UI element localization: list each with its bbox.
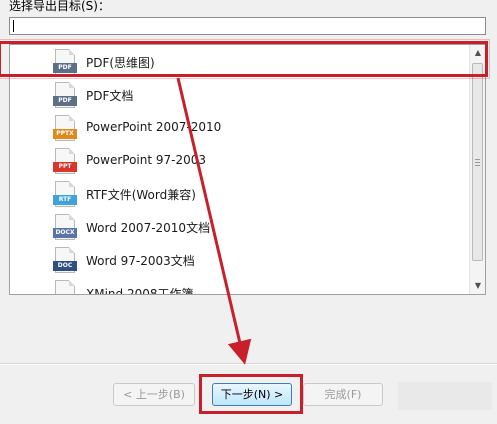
annotation-arrow (176, 77, 252, 365)
arrow-line (176, 77, 252, 365)
